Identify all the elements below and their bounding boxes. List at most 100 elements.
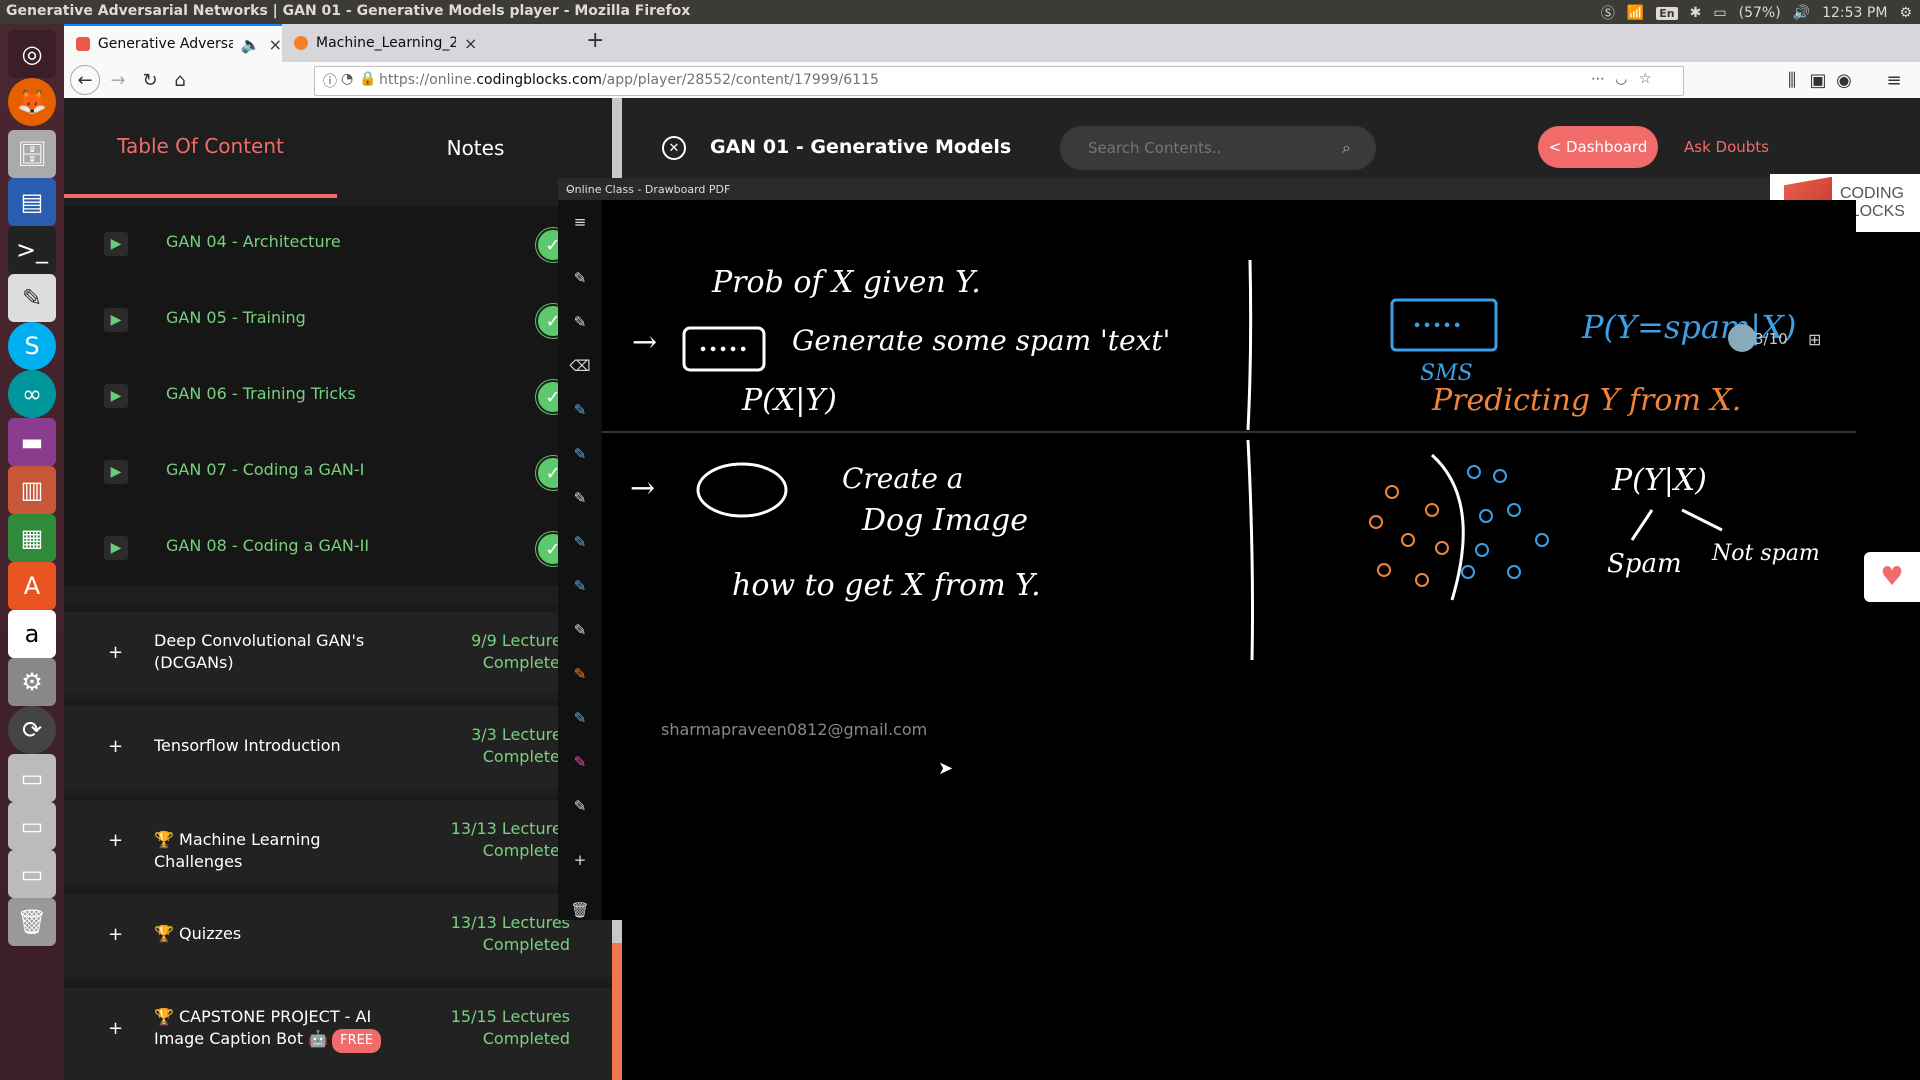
expand-icon[interactable]: + <box>108 736 123 757</box>
orange-point <box>1435 541 1449 555</box>
blue-point <box>1507 565 1521 579</box>
new-tab-icon[interactable]: + <box>586 28 604 53</box>
calc-icon[interactable]: ▦ <box>8 514 56 562</box>
pen-tool-icon: ✎ <box>573 753 587 771</box>
sidebar-icon[interactable]: ▣ <box>1806 68 1830 92</box>
expand-icon[interactable]: + <box>108 642 123 663</box>
reload-button[interactable]: ↻ <box>138 68 162 92</box>
software-center-icon[interactable]: A <box>8 562 56 610</box>
play-icon[interactable]: ▶ <box>104 232 128 256</box>
pocket-icon[interactable]: ◡ <box>1615 71 1627 87</box>
close-tab-icon[interactable]: × <box>269 35 282 54</box>
text-editor-icon[interactable]: ✎ <box>8 274 56 322</box>
lecture-item[interactable]: ▶ GAN 05 - Training ✓ <box>64 282 612 358</box>
divider-line <box>1246 259 1253 431</box>
lecture-item[interactable]: ▶ GAN 06 - Training Tricks ✓ <box>64 358 612 434</box>
terminal-icon[interactable]: >_ <box>8 226 56 274</box>
email-watermark: sharmapraveen0812@gmail.com <box>661 720 928 739</box>
amazon-icon[interactable]: a <box>8 610 56 658</box>
account-icon[interactable]: ◉ <box>1832 68 1856 92</box>
ubuntu-dash-icon[interactable]: ◎ <box>8 30 56 78</box>
system-top-bar: Generative Adversarial Networks | GAN 01… <box>0 0 1920 24</box>
back-button[interactable]: ← <box>70 65 100 95</box>
writer-icon[interactable]: ▤ <box>8 178 56 226</box>
clock[interactable]: 12:53 PM <box>1822 5 1887 21</box>
volume-icon[interactable]: 🔊 <box>1793 5 1810 21</box>
battery-icon[interactable]: ▭ <box>1713 5 1726 21</box>
section-tensorflow[interactable]: + Tensorflow Introduction 3/3 Lectures Co… <box>64 700 612 788</box>
skype-icon[interactable]: S <box>8 322 56 370</box>
arduino-icon[interactable]: ∞ <box>8 370 56 418</box>
tab-table-of-content[interactable]: Table Of Content <box>64 98 337 198</box>
search-icon[interactable]: ⌕ <box>1342 138 1351 158</box>
bluetooth-icon[interactable]: ✱ <box>1690 5 1702 21</box>
orange-point <box>1377 563 1391 577</box>
box-dots: ∙∙∙∙∙ <box>698 339 748 358</box>
cursor-ring-icon <box>1728 324 1756 352</box>
lecture-item[interactable]: ▶ GAN 04 - Architecture ✓ <box>64 206 612 282</box>
search-contents-input[interactable] <box>1060 126 1376 170</box>
grid-view-icon: ⊞ <box>1808 330 1822 349</box>
expand-icon[interactable]: + <box>108 830 123 851</box>
home-button[interactable]: ⌂ <box>168 68 192 92</box>
box-dots: ∙∙∙∙∙ <box>1412 315 1462 334</box>
tab-machine-learning[interactable]: Machine_Learning_2019/ × <box>282 24 500 62</box>
expand-icon[interactable]: + <box>108 924 123 945</box>
lock-icon[interactable]: 🔒 <box>359 71 376 87</box>
url-bar[interactable]: ⓘ ◔ 🔒 https://online.codingblocks.com/ap… <box>314 66 1684 96</box>
page-actions-icon[interactable]: ⋯ <box>1591 71 1605 87</box>
note-how: how to get X from Y. <box>732 568 1041 603</box>
section-dcgan[interactable]: + Deep Convolutional GAN's (DCGANs) 9/9 L… <box>64 606 612 694</box>
section-ml-challenges[interactable]: + 🏆 Machine Learning Challenges 13/13 Le… <box>64 794 612 882</box>
pen-tool-icon: ✎ <box>573 709 587 727</box>
keyboard-layout[interactable]: En <box>1656 6 1678 20</box>
scrollbar-thumb[interactable] <box>612 943 622 1080</box>
skype-tray-icon[interactable]: Ⓢ <box>1601 3 1615 23</box>
drive-icon[interactable]: ▭ <box>8 754 56 802</box>
speaker-icon[interactable]: 🔈 <box>241 35 261 54</box>
close-tab-icon[interactable]: × <box>464 34 477 53</box>
table-of-content-panel: Table Of Content Notes ▶ GAN 04 - Archit… <box>64 98 612 1080</box>
codingblocks-favicon-icon <box>76 37 90 51</box>
feedback-heart-button[interactable]: ♥ <box>1864 552 1920 602</box>
expand-icon[interactable]: + <box>108 1018 123 1039</box>
arrow: → <box>632 325 657 360</box>
close-player-icon[interactable]: ✕ <box>662 136 686 160</box>
mouse-pointer-icon: ➤ <box>938 758 954 779</box>
bookmark-star-icon[interactable]: ☆ <box>1639 71 1652 87</box>
pen-tool-icon: ✎ <box>573 401 587 419</box>
play-icon[interactable]: ▶ <box>104 536 128 560</box>
menu-icon[interactable]: ≡ <box>1882 68 1906 92</box>
play-icon[interactable]: ▶ <box>104 460 128 484</box>
blue-point <box>1475 543 1489 557</box>
play-icon[interactable]: ▶ <box>104 384 128 408</box>
minimize-icon: – <box>566 183 573 198</box>
settings-gear-icon[interactable]: ⚙ <box>1899 5 1912 21</box>
trash-icon[interactable]: 🗑 <box>8 898 56 946</box>
permissions-icon[interactable]: ◔ <box>341 71 353 87</box>
section-quizzes[interactable]: + 🏆 Quizzes 13/13 Lectures Completed <box>64 888 612 976</box>
play-icon[interactable]: ▶ <box>104 308 128 332</box>
tab-generative-adversarial[interactable]: Generative Adversarial 🔈 × <box>64 24 282 62</box>
add-page-icon: + <box>573 851 587 869</box>
library-icon[interactable]: ⫼ <box>1780 68 1804 92</box>
battery-percent: (57%) <box>1738 5 1781 21</box>
drive-icon-3[interactable]: ▭ <box>8 850 56 898</box>
forward-button[interactable]: → <box>106 68 130 92</box>
ask-doubts-link[interactable]: Ask Doubts <box>1684 138 1769 156</box>
updater-icon[interactable]: ⟳ <box>8 706 56 754</box>
info-icon[interactable]: ⓘ <box>323 71 337 91</box>
app-icon[interactable]: ▬ <box>8 418 56 466</box>
lecture-item[interactable]: ▶ GAN 08 - Coding a GAN-II ✓ <box>64 510 612 586</box>
impress-icon[interactable]: ▥ <box>8 466 56 514</box>
firefox-icon[interactable]: 🦊 <box>8 78 56 126</box>
dashboard-button[interactable]: < Dashboard <box>1538 126 1658 168</box>
files-icon[interactable]: 🗄 <box>8 130 56 178</box>
system-settings-icon[interactable]: ⚙ <box>8 658 56 706</box>
lecture-item[interactable]: ▶ GAN 07 - Coding a GAN-I ✓ <box>64 434 612 510</box>
drive-icon-2[interactable]: ▭ <box>8 802 56 850</box>
section-capstone[interactable]: + 🏆 CAPSTONE PROJECT - AI Image Caption B… <box>64 982 612 1080</box>
wifi-icon[interactable]: 📶 <box>1627 5 1644 21</box>
pen-tool-icon: ✎ <box>573 489 587 507</box>
orange-point <box>1369 515 1383 529</box>
